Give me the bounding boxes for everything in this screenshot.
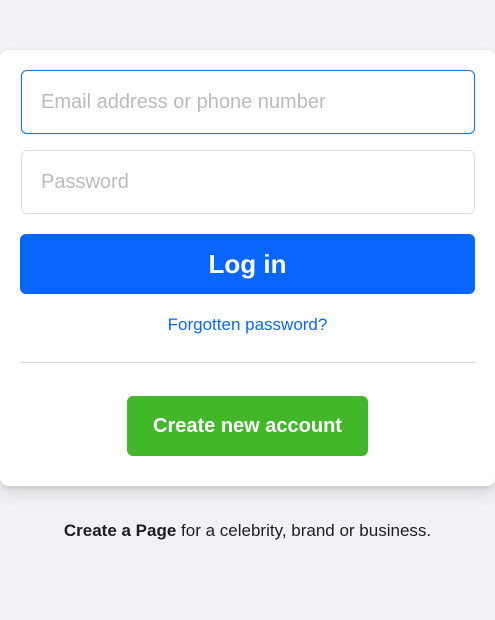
login-card: Log in Forgotten password? Create new ac…: [0, 50, 495, 486]
log-in-button[interactable]: Log in: [20, 234, 475, 294]
password-input[interactable]: [21, 150, 475, 214]
create-page-description: for a celebrity, brand or business.: [176, 521, 432, 540]
create-page-prompt: Create a Page for a celebrity, brand or …: [0, 521, 495, 541]
create-new-account-button[interactable]: Create new account: [127, 396, 368, 456]
create-a-page-link[interactable]: Create a Page: [64, 521, 176, 540]
forgotten-password-link[interactable]: Forgotten password?: [0, 315, 495, 335]
email-or-phone-input[interactable]: [21, 70, 475, 134]
divider: [21, 362, 475, 363]
